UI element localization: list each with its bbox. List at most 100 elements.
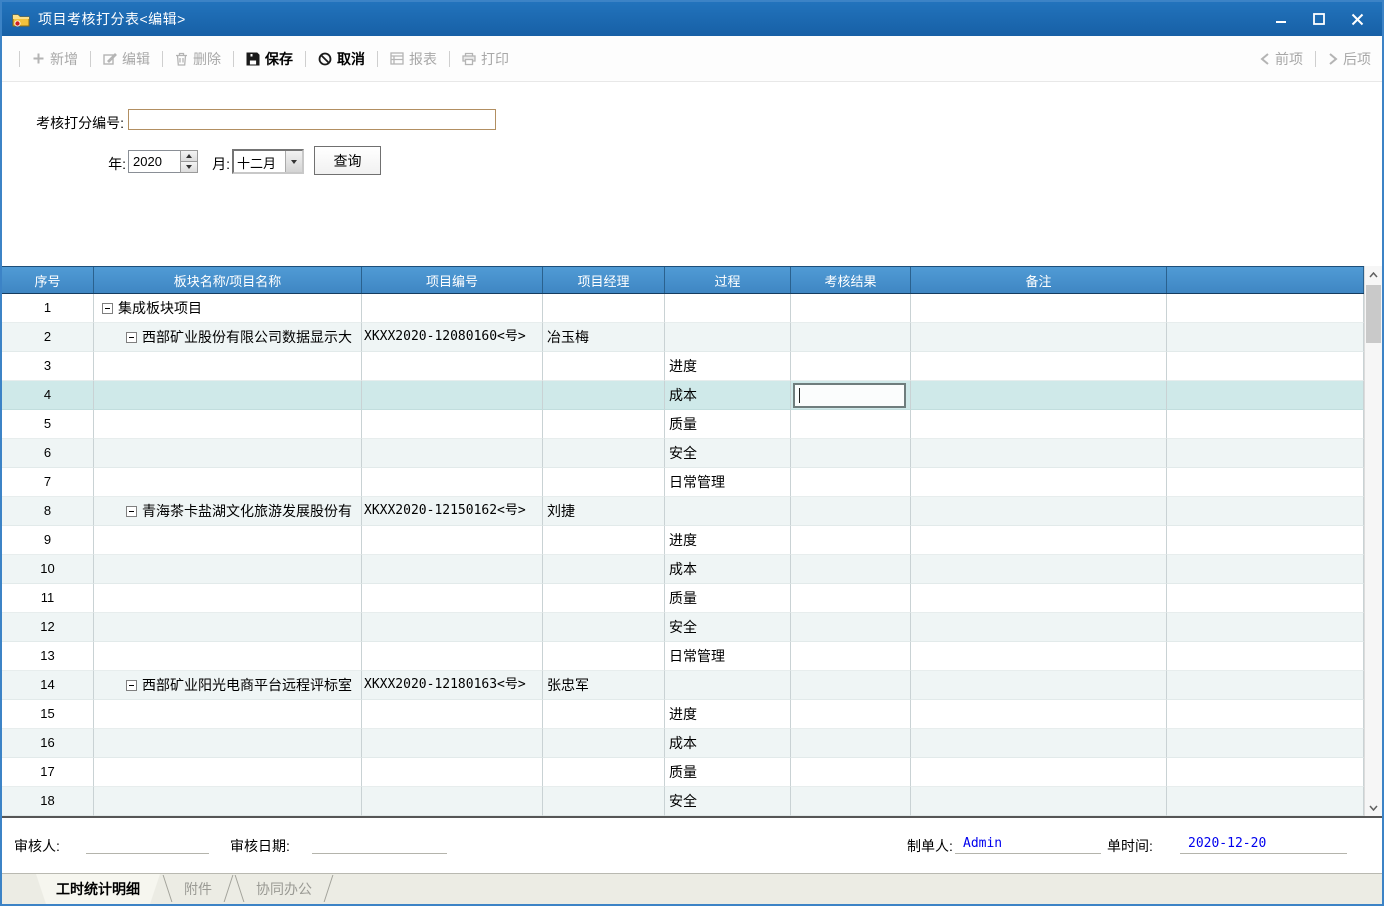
column-header-2[interactable]: 项目编号 bbox=[362, 267, 543, 293]
cell-result[interactable] bbox=[791, 671, 911, 700]
cell-extra[interactable] bbox=[1167, 294, 1364, 323]
tab-collaboration[interactable]: 协同办公 bbox=[236, 874, 332, 904]
cell-extra[interactable] bbox=[1167, 729, 1364, 758]
cell-extra[interactable] bbox=[1167, 758, 1364, 787]
cell-remark[interactable] bbox=[911, 642, 1167, 671]
minimize-button[interactable] bbox=[1272, 10, 1290, 28]
cell-name[interactable] bbox=[94, 410, 362, 439]
delete-button[interactable]: 删除 bbox=[172, 47, 224, 71]
cell-name[interactable] bbox=[94, 381, 362, 410]
cell-remark[interactable] bbox=[911, 410, 1167, 439]
cell-extra[interactable] bbox=[1167, 410, 1364, 439]
assessment-no-input[interactable] bbox=[128, 109, 496, 130]
cell-name[interactable] bbox=[94, 439, 362, 468]
cell-process[interactable] bbox=[665, 497, 791, 526]
cell-manager[interactable] bbox=[543, 294, 665, 323]
cell-seq[interactable]: 18 bbox=[2, 787, 94, 816]
cell-remark[interactable] bbox=[911, 729, 1167, 758]
cell-manager[interactable] bbox=[543, 613, 665, 642]
cell-process[interactable]: 成本 bbox=[665, 555, 791, 584]
year-down-button[interactable] bbox=[181, 161, 197, 172]
table-row[interactable]: 10 成本 bbox=[2, 555, 1364, 584]
cell-remark[interactable] bbox=[911, 787, 1167, 816]
column-header-0[interactable]: 序号 bbox=[2, 267, 94, 293]
cell-remark[interactable] bbox=[911, 700, 1167, 729]
cell-remark[interactable] bbox=[911, 758, 1167, 787]
cell-seq[interactable]: 7 bbox=[2, 468, 94, 497]
cell-number[interactable] bbox=[362, 613, 543, 642]
cell-manager[interactable] bbox=[543, 468, 665, 497]
cell-process[interactable]: 安全 bbox=[665, 439, 791, 468]
cell-process[interactable]: 安全 bbox=[665, 787, 791, 816]
cell-extra[interactable] bbox=[1167, 468, 1364, 497]
tree-collapse-icon[interactable] bbox=[126, 506, 137, 517]
cell-result[interactable] bbox=[791, 613, 911, 642]
table-row[interactable]: 13 日常管理 bbox=[2, 642, 1364, 671]
cell-result[interactable] bbox=[791, 729, 911, 758]
cell-number[interactable]: XKXX2020-12150162<号> bbox=[362, 497, 543, 526]
cell-seq[interactable]: 4 bbox=[2, 381, 94, 410]
cell-process[interactable]: 进度 bbox=[665, 352, 791, 381]
cell-process[interactable]: 质量 bbox=[665, 584, 791, 613]
cell-manager[interactable] bbox=[543, 381, 665, 410]
cell-manager[interactable]: 冶玉梅 bbox=[543, 323, 665, 352]
table-row[interactable]: 18 安全 bbox=[2, 787, 1364, 816]
scroll-down-button[interactable] bbox=[1365, 799, 1382, 816]
table-row[interactable]: 12安全 bbox=[2, 613, 1364, 642]
cancel-button[interactable]: 取消 bbox=[315, 47, 368, 71]
tab-attachments[interactable]: 附件 bbox=[164, 874, 232, 904]
cell-seq[interactable]: 13 bbox=[2, 642, 94, 671]
dropdown-button[interactable] bbox=[285, 151, 302, 172]
cell-remark[interactable] bbox=[911, 323, 1167, 352]
table-row[interactable]: 3进度 bbox=[2, 352, 1364, 381]
cell-result[interactable] bbox=[791, 497, 911, 526]
cell-name[interactable] bbox=[94, 352, 362, 381]
table-row[interactable]: 16成本 bbox=[2, 729, 1364, 758]
cell-seq[interactable]: 10 bbox=[2, 555, 94, 584]
cell-manager[interactable] bbox=[543, 642, 665, 671]
cell-number[interactable] bbox=[362, 294, 543, 323]
cell-number[interactable] bbox=[362, 555, 543, 584]
year-up-button[interactable] bbox=[181, 151, 197, 161]
cell-number[interactable] bbox=[362, 729, 543, 758]
cell-result[interactable] bbox=[791, 352, 911, 381]
cell-manager[interactable]: 刘捷 bbox=[543, 497, 665, 526]
cell-remark[interactable] bbox=[911, 555, 1167, 584]
table-row[interactable]: 1集成板块项目 bbox=[2, 294, 1364, 323]
cell-extra[interactable] bbox=[1167, 526, 1364, 555]
cell-process[interactable]: 质量 bbox=[665, 758, 791, 787]
cell-process[interactable]: 进度 bbox=[665, 700, 791, 729]
vertical-scrollbar[interactable] bbox=[1364, 266, 1382, 816]
query-button[interactable]: 查询 bbox=[314, 146, 381, 175]
cell-seq[interactable]: 15 bbox=[2, 700, 94, 729]
cell-manager[interactable] bbox=[543, 758, 665, 787]
cell-extra[interactable] bbox=[1167, 323, 1364, 352]
cell-remark[interactable] bbox=[911, 671, 1167, 700]
cell-manager[interactable] bbox=[543, 526, 665, 555]
cell-result[interactable] bbox=[791, 555, 911, 584]
column-header-6[interactable]: 备注 bbox=[911, 267, 1167, 293]
table-row[interactable]: 7 日常管理 bbox=[2, 468, 1364, 497]
cell-result[interactable] bbox=[791, 526, 911, 555]
table-row[interactable]: 8青海茶卡盐湖文化旅游发展股份有XKXX2020-12150162<号>刘捷 bbox=[2, 497, 1364, 526]
cell-result[interactable] bbox=[791, 642, 911, 671]
cell-extra[interactable] bbox=[1167, 787, 1364, 816]
cell-process[interactable]: 日常管理 bbox=[665, 468, 791, 497]
cell-process[interactable]: 进度 bbox=[665, 526, 791, 555]
tree-collapse-icon[interactable] bbox=[102, 303, 113, 314]
cell-extra[interactable] bbox=[1167, 381, 1364, 410]
cell-seq[interactable]: 5 bbox=[2, 410, 94, 439]
cell-seq[interactable]: 8 bbox=[2, 497, 94, 526]
cell-seq[interactable]: 1 bbox=[2, 294, 94, 323]
cell-remark[interactable] bbox=[911, 381, 1167, 410]
cell-result[interactable] bbox=[791, 410, 911, 439]
cell-result[interactable] bbox=[791, 381, 911, 410]
cell-manager[interactable] bbox=[543, 439, 665, 468]
month-dropdown[interactable]: 十二月 bbox=[232, 149, 304, 174]
cell-result[interactable] bbox=[791, 758, 911, 787]
cell-manager[interactable] bbox=[543, 352, 665, 381]
cell-extra[interactable] bbox=[1167, 613, 1364, 642]
cell-name[interactable] bbox=[94, 758, 362, 787]
cell-process[interactable]: 日常管理 bbox=[665, 642, 791, 671]
column-header-4[interactable]: 过程 bbox=[665, 267, 791, 293]
